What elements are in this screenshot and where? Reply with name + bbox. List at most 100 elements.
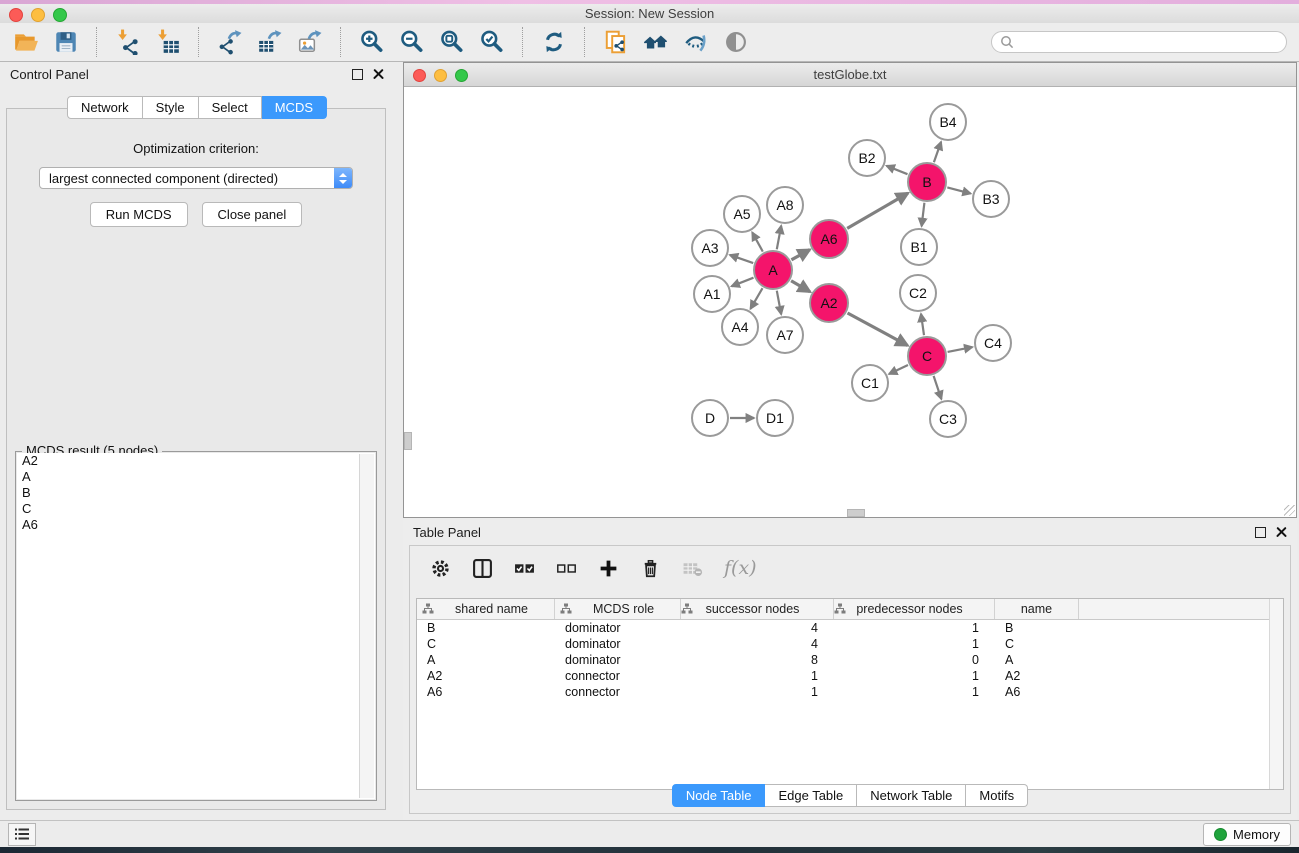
graph-node-A7[interactable]: A7 bbox=[766, 316, 804, 354]
deselect-all-checkboxes-icon[interactable] bbox=[556, 558, 577, 579]
table-row[interactable]: A dominator 8 0 A bbox=[417, 652, 1283, 668]
list-item[interactable]: B bbox=[17, 485, 375, 501]
search-icon bbox=[1000, 35, 1014, 49]
network-canvas[interactable]: A A1 A2 A3 A4 A5 A6 A7 A8 B B1 B2 B3 B4 C C1 C2 C3C4 D D1 bbox=[404, 87, 1296, 517]
column-header-name[interactable]: name bbox=[995, 599, 1079, 619]
float-panel-icon[interactable] bbox=[352, 69, 363, 80]
run-mcds-button[interactable]: Run MCDS bbox=[90, 202, 188, 227]
export-table-icon[interactable] bbox=[256, 29, 283, 56]
hide-panels-icon[interactable] bbox=[682, 29, 709, 56]
export-network-icon[interactable] bbox=[216, 29, 243, 56]
criterion-value: largest connected component (directed) bbox=[40, 171, 334, 186]
close-panel-icon[interactable] bbox=[373, 69, 384, 80]
zoom-out-icon[interactable] bbox=[398, 29, 425, 56]
refresh-network-icon[interactable] bbox=[540, 29, 567, 56]
graph-node-C2[interactable]: C2 bbox=[899, 274, 937, 312]
table-row[interactable]: A2 connector 1 1 A2 bbox=[417, 668, 1283, 684]
list-item[interactable]: A bbox=[17, 469, 375, 485]
graph-node-C[interactable]: C bbox=[907, 336, 947, 376]
control-panel-tabs: Network Style Select MCDS bbox=[67, 96, 327, 119]
table-panel-body: f(x) shared name MCDS role successor nod… bbox=[409, 545, 1291, 814]
float-panel-icon[interactable] bbox=[1255, 527, 1266, 538]
graph-node-A2[interactable]: A2 bbox=[809, 283, 849, 323]
search-field[interactable] bbox=[991, 31, 1287, 53]
zoom-in-icon[interactable] bbox=[358, 29, 385, 56]
graph-node-B2[interactable]: B2 bbox=[848, 139, 886, 177]
control-panel-header: Control Panel bbox=[0, 62, 394, 86]
graph-node-B3[interactable]: B3 bbox=[972, 180, 1010, 218]
graph-node-B4[interactable]: B4 bbox=[929, 103, 967, 141]
window-resize-grip[interactable] bbox=[1284, 505, 1295, 516]
new-session-from-network-icon[interactable] bbox=[602, 29, 629, 56]
open-file-icon[interactable] bbox=[12, 29, 39, 56]
graph-node-C4[interactable]: C4 bbox=[974, 324, 1012, 362]
graph-node-C1[interactable]: C1 bbox=[851, 364, 889, 402]
graph-node-D1[interactable]: D1 bbox=[756, 399, 794, 437]
zoom-selected-icon[interactable] bbox=[478, 29, 505, 56]
tab-style[interactable]: Style bbox=[143, 96, 199, 119]
graph-node-A4[interactable]: A4 bbox=[721, 308, 759, 346]
graph-node-D[interactable]: D bbox=[691, 399, 729, 437]
list-item[interactable]: A2 bbox=[17, 453, 375, 469]
select-all-checkboxes-icon[interactable] bbox=[514, 558, 535, 579]
close-panel-button[interactable]: Close panel bbox=[202, 202, 303, 227]
function-builder-icon: f(x) bbox=[724, 557, 757, 579]
graph-node-A8[interactable]: A8 bbox=[766, 186, 804, 224]
list-item[interactable]: A6 bbox=[17, 517, 375, 533]
tab-select[interactable]: Select bbox=[199, 96, 262, 119]
list-icon bbox=[14, 827, 30, 841]
save-session-icon[interactable] bbox=[52, 29, 79, 56]
graph-node-A5[interactable]: A5 bbox=[723, 195, 761, 233]
column-header-predecessor-nodes[interactable]: predecessor nodes bbox=[834, 599, 995, 619]
tab-edge-table[interactable]: Edge Table bbox=[765, 784, 857, 807]
close-panel-icon[interactable] bbox=[1276, 527, 1287, 538]
attribute-tree-icon bbox=[681, 603, 693, 615]
toolbar-separator bbox=[584, 27, 585, 57]
memory-status-icon bbox=[1214, 828, 1227, 841]
result-scrollbar-track[interactable] bbox=[359, 454, 374, 798]
tab-mcds[interactable]: MCDS bbox=[262, 96, 327, 119]
table-toolbar: f(x) bbox=[410, 546, 1290, 590]
graph-node-B[interactable]: B bbox=[907, 162, 947, 202]
home-icon[interactable] bbox=[642, 29, 669, 56]
canvas-horizontal-scrollbar[interactable] bbox=[847, 509, 865, 517]
table-scrollbar-track[interactable] bbox=[1269, 599, 1283, 789]
graph-node-A1[interactable]: A1 bbox=[693, 275, 731, 313]
table-row[interactable]: C dominator 4 1 C bbox=[417, 636, 1283, 652]
dropdown-stepper-icon[interactable] bbox=[334, 168, 352, 188]
table-panel: Table Panel bbox=[403, 520, 1297, 820]
column-header-mcds-role[interactable]: MCDS role bbox=[555, 599, 681, 619]
graph-node-A[interactable]: A bbox=[753, 250, 793, 290]
import-network-icon[interactable] bbox=[114, 29, 141, 56]
add-column-icon[interactable] bbox=[598, 558, 619, 579]
column-header-shared-name[interactable]: shared name bbox=[417, 599, 555, 619]
criterion-dropdown[interactable]: largest connected component (directed) bbox=[39, 167, 353, 189]
import-table-icon[interactable] bbox=[154, 29, 181, 56]
node-table: shared name MCDS role successor nodes pr… bbox=[416, 598, 1284, 790]
settings-gear-icon[interactable] bbox=[430, 558, 451, 579]
search-input[interactable] bbox=[1019, 34, 1278, 51]
tab-node-table[interactable]: Node Table bbox=[672, 784, 766, 807]
table-row[interactable]: A6 connector 1 1 A6 bbox=[417, 684, 1283, 700]
column-header-successor-nodes[interactable]: successor nodes bbox=[681, 599, 834, 619]
export-image-icon[interactable] bbox=[296, 29, 323, 56]
task-history-button[interactable] bbox=[8, 823, 36, 846]
tab-network-table[interactable]: Network Table bbox=[857, 784, 966, 807]
attribute-tree-icon bbox=[834, 603, 846, 615]
show-column-icon[interactable] bbox=[472, 558, 493, 579]
toolbar-separator bbox=[198, 27, 199, 57]
table-row[interactable]: B dominator 4 1 B bbox=[417, 620, 1283, 636]
zoom-fit-icon[interactable] bbox=[438, 29, 465, 56]
tab-network[interactable]: Network bbox=[67, 96, 143, 119]
memory-button[interactable]: Memory bbox=[1203, 823, 1291, 846]
canvas-vertical-scrollbar[interactable] bbox=[404, 432, 412, 450]
graph-node-A3[interactable]: A3 bbox=[691, 229, 729, 267]
attribute-tree-icon bbox=[560, 603, 572, 615]
graph-node-A6[interactable]: A6 bbox=[809, 219, 849, 259]
graph-node-C3[interactable]: C3 bbox=[929, 400, 967, 438]
tab-motifs[interactable]: Motifs bbox=[966, 784, 1028, 807]
status-bar: Memory bbox=[0, 820, 1299, 847]
graph-node-B1[interactable]: B1 bbox=[900, 228, 938, 266]
list-item[interactable]: C bbox=[17, 501, 375, 517]
delete-column-icon[interactable] bbox=[640, 558, 661, 579]
